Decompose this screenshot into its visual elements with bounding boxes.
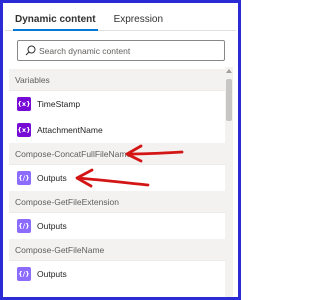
scrollbar[interactable] <box>225 67 233 297</box>
search-box[interactable] <box>17 40 225 61</box>
section-header-compose-getfilename: Compose-GetFileName <box>9 239 228 261</box>
item-label: Outputs <box>37 173 67 183</box>
variable-icon: {x} <box>17 123 31 137</box>
search-input[interactable] <box>39 45 219 56</box>
search-icon <box>21 41 39 60</box>
list-item-outputs[interactable]: {/} Outputs <box>9 261 228 287</box>
variable-icon: {x} <box>17 97 31 111</box>
tab-bar: Dynamic content Expression <box>5 7 236 31</box>
section-header-compose-concatfullfilename: Compose-ConcatFullFileName <box>9 143 228 165</box>
tab-dynamic-content[interactable]: Dynamic content <box>5 14 104 31</box>
dynamic-content-panel: Dynamic content Expression Variables {x}… <box>0 0 241 300</box>
compose-icon: {/} <box>17 267 31 281</box>
item-label: TimeStamp <box>37 99 81 109</box>
compose-icon: {/} <box>17 171 31 185</box>
list-item-attachmentname[interactable]: {x} AttachmentName <box>9 117 228 143</box>
section-header-variables: Variables <box>9 69 228 91</box>
scroll-up-arrow-icon[interactable] <box>226 69 232 73</box>
item-label: Outputs <box>37 269 67 279</box>
scrollbar-thumb[interactable] <box>226 79 232 121</box>
compose-icon: {/} <box>17 219 31 233</box>
list-item-outputs[interactable]: {/} Outputs <box>9 213 228 239</box>
list-item-outputs[interactable]: {/} Outputs <box>9 165 228 191</box>
tab-expression[interactable]: Expression <box>104 14 171 30</box>
item-label: Outputs <box>37 221 67 231</box>
dynamic-content-list: Variables {x} TimeStamp {x} AttachmentNa… <box>9 69 228 295</box>
section-header-compose-getfileextension: Compose-GetFileExtension <box>9 191 228 213</box>
item-label: AttachmentName <box>37 125 103 135</box>
list-item-timestamp[interactable]: {x} TimeStamp <box>9 91 228 117</box>
